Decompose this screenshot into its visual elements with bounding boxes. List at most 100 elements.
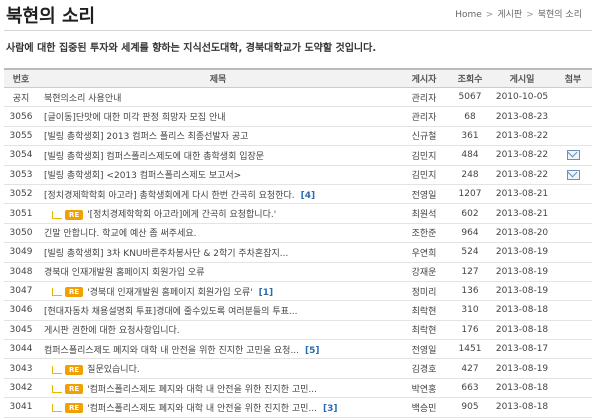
post-title-cell[interactable]: [빌링 총학생회] 3차 KNU바른주차봉사단 & 2학기 주차혼잡지... [38,242,398,263]
comment-count: [3] [322,403,338,414]
post-author: 최락현 [398,300,450,321]
post-title-cell[interactable]: [빌링 총학생회] <2013 컴퍼스폴리스제도 보고서> [38,165,398,185]
post-author: 최락현 [398,320,450,341]
post-views: 127 [450,262,490,282]
post-title-link[interactable]: '컴퍼스폴리스제도 폐지와 대학 내 안전을 위한 진지한 고민... [87,385,317,395]
post-date: 2013-08-20 [490,223,554,244]
comment-count: [5] [305,345,320,356]
table-row[interactable]: 3046 [현대자동차 채용설명회 투표]경대에 줄수있도록 여러분들의 투표..… [4,300,592,321]
post-title-cell[interactable]: 긴말 안합니다. 학교에 예산 좀 써주세요. [38,223,398,244]
post-views: 361 [450,126,490,147]
table-row[interactable]: 3048 경북대 인재개발원 홈페이지 회원가입 오류 강재운 127 2013-08-… [4,262,592,282]
post-title-cell[interactable]: RE 질문있습니다. [38,358,398,379]
breadcrumb-separator: > [526,10,534,20]
post-title-cell[interactable]: [글이동]단맛에 대한 미각 판정 희망자 모집 안내 [38,106,398,127]
post-title-cell[interactable]: [빌링 총학생회] 컴퍼스폴리스제도에 대한 총학생회 입장문 [38,145,398,166]
post-title-link[interactable]: 질문있습니다. [87,365,140,375]
post-views: 248 [450,165,490,185]
post-attachment [554,242,592,263]
post-title-link[interactable]: 긴말 안합니다. 학교에 예산 좀 써주세요. [44,229,197,239]
post-title-cell[interactable]: 컴퍼스폴리스제도 폐지와 대학 내 안전을 위한 진지한 고민을 요청... [5… [38,339,398,360]
post-title-link[interactable]: '[정치경제학학회 아고라]에게 간곡히 요청합니다.' [87,210,276,220]
table-row[interactable]: 3055 [빌링 총학생회] 2013 컴퍼스 폴리스 최종선발자 공고 신규철 36… [4,126,592,147]
table-row[interactable]: 3045 게시판 권한에 대한 요청사항입니다. 최락현 176 2013-08-18 [4,320,592,341]
post-title-cell[interactable]: 게시판 권한에 대한 요청사항입니다. [38,320,398,341]
post-title-cell[interactable]: RE '컴퍼스폴리스제도 폐지와 대학 내 안전을 위한 진지한 고민... [3] [38,397,398,418]
post-date: 2013-08-18 [490,300,554,321]
post-title-link[interactable]: [빌링 총학생회] <2013 컴퍼스폴리스제도 보고서> [44,171,241,181]
post-title-cell[interactable]: RE '경북대 인재개발원 홈페이지 회원가입 오류' [1] [38,281,398,302]
table-row[interactable]: 3053 [빌링 총학생회] <2013 컴퍼스폴리스제도 보고서> 김민지 248 2… [4,165,592,185]
table-row[interactable]: 3049 [빌링 총학생회] 3차 KNU바른주차봉사단 & 2학기 주차혼잡지.… [4,242,592,263]
post-author: 최원석 [398,203,450,224]
post-author: 김경호 [398,358,450,379]
reply-indicator: RE [44,209,87,221]
post-views: 964 [450,223,490,244]
table-row[interactable]: 3042 RE '컴퍼스폴리스제도 폐지와 대학 내 안전을 위한 진지한 고민..… [4,378,592,399]
post-title-cell[interactable]: [빌링 총학생회] 2013 컴퍼스 폴리스 최종선발자 공고 [38,126,398,147]
breadcrumb-board[interactable]: 게시판 [497,7,522,20]
post-title-cell[interactable]: RE '[정치경제학학회 아고라]에게 간곡히 요청합니다.' [38,203,398,224]
post-date: 2013-08-22 [490,165,554,185]
post-author: 정미리 [398,281,450,302]
post-number: 3054 [4,145,38,166]
post-title-link[interactable]: [빌링 총학생회] 컴퍼스폴리스제도에 대한 총학생회 입장문 [44,152,264,162]
post-title-link[interactable]: 경북대 인재개발원 홈페이지 회원가입 오류 [44,268,205,278]
post-number: 3049 [4,242,38,263]
col-header-attachment: 첨부 [554,68,592,88]
post-attachment [554,281,592,302]
post-author: 우연희 [398,242,450,263]
post-number: 3052 [4,184,38,205]
post-views: 524 [450,242,490,263]
post-title-link[interactable]: 게시판 권한에 대한 요청사항입니다. [44,326,180,336]
attachment-mail-icon[interactable] [566,169,580,180]
table-row[interactable]: 3051 RE '[정치경제학학회 아고라]에게 간곡히 요청합니다.' 최원석 602… [4,203,592,224]
table-row[interactable]: 3041 RE '컴퍼스폴리스제도 폐지와 대학 내 안전을 위한 진지한 고민..… [4,397,592,418]
table-row[interactable]: 3056 [글이동]단맛에 대한 미각 판정 희망자 모집 안내 관리자 68 2013… [4,106,592,127]
post-title-link[interactable]: [빌링 총학생회] 3차 KNU바른주차봉사단 & 2학기 주차혼잡지... [44,249,288,259]
breadcrumb-current[interactable]: 북현의 소리 [538,7,582,20]
post-date: 2013-08-22 [490,145,554,166]
table-row[interactable]: 3043 RE 질문있습니다. 김경호 427 2013-08-19 [4,358,592,379]
table-row[interactable]: 3050 긴말 안합니다. 학교에 예산 좀 써주세요. 조한준 964 2013-08… [4,223,592,244]
post-title-link[interactable]: '경북대 인재개발원 홈페이지 회원가입 오류' [87,288,252,298]
post-attachment [554,165,592,185]
post-attachment [554,262,592,282]
post-views: 1207 [450,184,490,205]
post-title-cell[interactable]: 북현의소리 사용안내 [38,87,398,108]
post-views: 427 [450,358,490,379]
col-header-author: 게시자 [398,68,450,88]
post-attachment [554,184,592,205]
reply-indicator: RE [44,364,87,376]
post-author: 관리자 [398,106,450,127]
table-row[interactable]: 3052 [정치경제학학회 아고라] 총학생회에게 다시 한번 간곡히 요청한다.… [4,184,592,205]
post-number: 3051 [4,203,38,224]
reply-arrow-icon [52,385,62,394]
table-row[interactable]: 3054 [빌링 총학생회] 컴퍼스폴리스제도에 대한 총학생회 입장문 김민지 48… [4,145,592,166]
attachment-mail-icon[interactable] [566,150,580,161]
post-title-cell[interactable]: 경북대 인재개발원 홈페이지 회원가입 오류 [38,262,398,282]
post-attachment [554,223,592,244]
post-number: 3047 [4,281,38,302]
post-number: 3043 [4,358,38,379]
reply-arrow-icon [52,210,62,219]
table-row[interactable]: 3044 컴퍼스폴리스제도 폐지와 대학 내 안전을 위한 진지한 고민을 요청.… [4,339,592,360]
post-title-cell[interactable]: [현대자동차 채용설명회 투표]경대에 줄수있도록 여러분들의 투표... [38,300,398,321]
table-body: 공지 북현의소리 사용안내 관리자 5067 2010-10-05 3056 [글이동]단맛… [4,87,592,418]
table-row[interactable]: 3047 RE '경북대 인재개발원 홈페이지 회원가입 오류' [1] 정미리 136 2… [4,281,592,302]
post-title-link[interactable]: 북현의소리 사용안내 [44,94,121,104]
breadcrumb-home[interactable]: Home [455,10,482,20]
post-title-cell[interactable]: [정치경제학학회 아고라] 총학생회에게 다시 한번 간곡히 요청한다. [4] [38,184,398,205]
post-title-cell[interactable]: RE '컴퍼스폴리스제도 폐지와 대학 내 안전을 위한 진지한 고민... [38,378,398,399]
post-title-link[interactable]: '컴퍼스폴리스제도 폐지와 대학 내 안전을 위한 진지한 고민... [87,404,317,414]
post-author: 관리자 [398,87,450,108]
post-author: 김민지 [398,165,450,185]
post-title-link[interactable]: [현대자동차 채용설명회 투표]경대에 줄수있도록 여러분들의 투표... [44,307,297,317]
post-title-link[interactable]: [정치경제학학회 아고라] 총학생회에게 다시 한번 간곡히 요청한다. [44,191,295,201]
table-row[interactable]: 공지 북현의소리 사용안내 관리자 5067 2010-10-05 [4,87,592,108]
post-title-link[interactable]: [빌링 총학생회] 2013 컴퍼스 폴리스 최종선발자 공고 [44,132,248,142]
post-author: 박연홍 [398,378,450,399]
post-title-link[interactable]: 컴퍼스폴리스제도 폐지와 대학 내 안전을 위한 진지한 고민을 요청... [44,346,299,356]
comment-count: [4] [300,190,316,201]
post-title-link[interactable]: [글이동]단맛에 대한 미각 판정 희망자 모집 안내 [44,113,226,123]
